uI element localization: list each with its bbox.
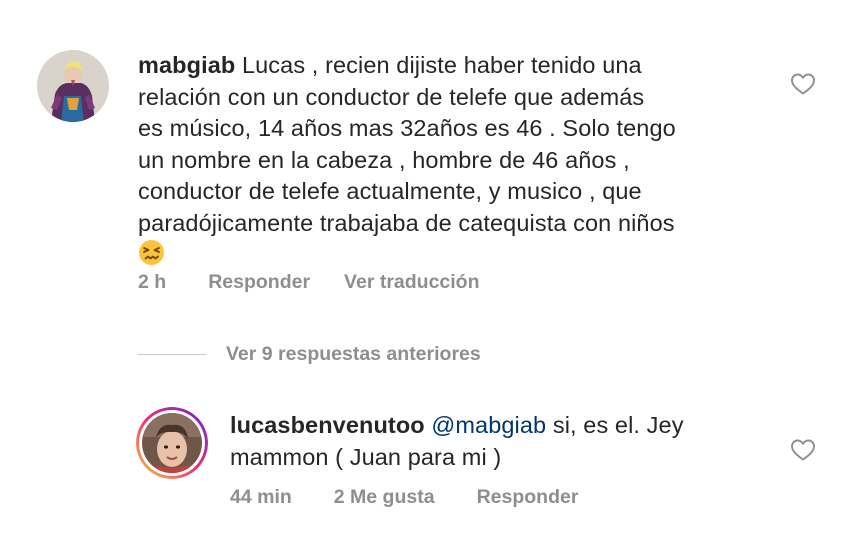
comment-username[interactable]: mabgiab: [138, 52, 235, 78]
avatar[interactable]: [37, 50, 109, 122]
comment-meta: 44 min 2 Me gusta Responder: [230, 486, 578, 509]
heart-outline-icon[interactable]: [790, 72, 816, 96]
comment-line-1: si, es el. Jey: [552, 412, 684, 438]
reply-button[interactable]: Responder: [208, 271, 310, 294]
comment-line-5: conductor de telefe actualmente, y music…: [138, 178, 642, 204]
comment-line-4: un nombre en la cabeza , hombre de 46 añ…: [138, 146, 630, 173]
comment-timestamp: 2 h: [138, 271, 167, 293]
reply-button[interactable]: Responder: [477, 486, 579, 509]
comment-line-2: mammon ( Juan para mi ): [230, 443, 502, 470]
view-previous-replies-button[interactable]: Ver 9 respuestas anteriores: [138, 341, 481, 367]
avatar-image: [37, 50, 109, 122]
avatar[interactable]: [136, 407, 208, 479]
comment-line-6: paradójicamente trabajaba de catequista …: [138, 209, 675, 236]
mention-link[interactable]: @mabgiab: [431, 412, 546, 438]
confounded-face-emoji: [138, 239, 165, 266]
comment-body: lucasbenvenutoo @mabgiab si, es el. Jey …: [230, 410, 790, 473]
comment-line-2: relación con un conductor de telefe que …: [138, 83, 645, 110]
comment-line-1: Lucas , recien dijiste haber tenido una: [241, 52, 642, 78]
translate-button[interactable]: Ver traducción: [344, 271, 479, 294]
comment-timestamp: 44 min: [230, 486, 292, 508]
comment-line-3: es músico, 14 años mas 32años es 46 . So…: [138, 115, 676, 141]
replies-divider-line: [138, 353, 206, 355]
likes-count-button[interactable]: 2 Me gusta: [334, 486, 435, 509]
comment-meta: 2 h Responder Ver traducción: [138, 271, 480, 294]
replies-toggle-label: Ver 9 respuestas anteriores: [226, 342, 481, 365]
heart-outline-icon[interactable]: [790, 438, 816, 462]
comment-username[interactable]: lucasbenvenutoo: [230, 412, 425, 438]
avatar-image-story-ring: [136, 407, 208, 479]
comment-body: mabgiab Lucas , recien dijiste haber ten…: [138, 50, 798, 271]
